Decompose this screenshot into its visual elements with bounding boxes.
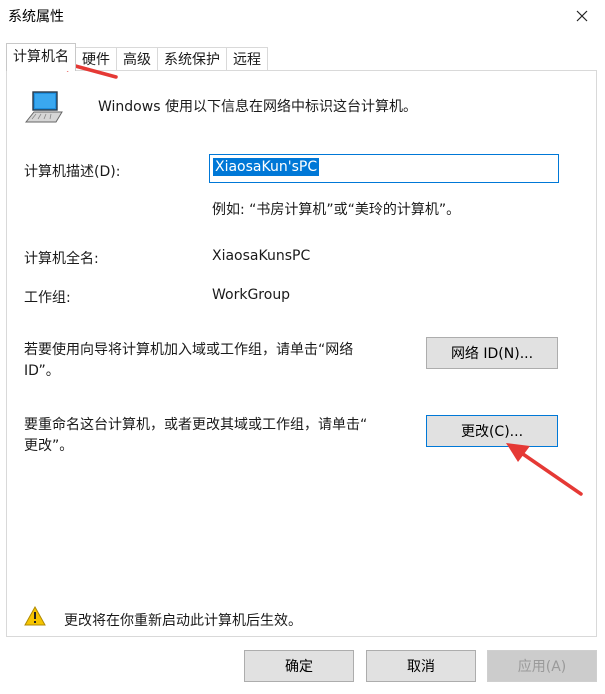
change-button[interactable]: 更改(C)... (426, 415, 558, 447)
apply-button[interactable]: 应用(A) (487, 650, 597, 682)
change-text: 要重命名这台计算机，或者更改其域或工作组，请单击“ 更改”。 (24, 415, 367, 457)
intro-text: Windows 使用以下信息在网络中标识这台计算机。 (98, 99, 417, 115)
description-input[interactable]: XiaosaKun'sPC (209, 154, 559, 183)
title-bar: 系统属性 (0, 0, 605, 31)
full-name-label: 计算机全名: (24, 251, 99, 267)
tab-computer-name[interactable]: 计算机名 (6, 43, 76, 71)
description-label: 计算机描述(D): (24, 164, 121, 180)
network-id-text-line2: ID”。 (24, 363, 60, 379)
tab-advanced[interactable]: 高级 (116, 47, 158, 71)
warning-text: 更改将在你重新启动此计算机后生效。 (64, 613, 302, 629)
computer-icon (24, 91, 63, 123)
window-title: 系统属性 (8, 9, 64, 25)
description-example: 例如: “书房计算机”或“美玲的计算机”。 (212, 202, 461, 218)
cancel-button[interactable]: 取消 (366, 650, 476, 682)
tab-system-protection[interactable]: 系统保护 (157, 47, 227, 71)
change-text-line1: 要重命名这台计算机，或者更改其域或工作组，请单击“ (24, 417, 368, 433)
description-value: XiaosaKun'sPC (213, 158, 320, 176)
system-properties-window: 系统属性 计算机名 硬件 高级 系统保护 远程 Windows 使用以下信息在网… (0, 0, 605, 694)
ok-button[interactable]: 确定 (244, 650, 354, 682)
tab-hardware[interactable]: 硬件 (75, 47, 117, 71)
close-button[interactable] (559, 0, 605, 31)
close-icon (576, 10, 588, 21)
full-name-value: XiaosaKunsPC (212, 248, 311, 264)
tab-remote[interactable]: 远程 (226, 47, 268, 71)
network-id-text-line1: 若要使用向导将计算机加入域或工作组，请单击“网络 (24, 342, 354, 358)
network-id-button[interactable]: 网络 ID(N)... (426, 337, 558, 369)
change-text-line2: 更改”。 (24, 438, 74, 454)
workgroup-label: 工作组: (24, 290, 71, 306)
workgroup-value: WorkGroup (212, 287, 291, 303)
network-id-text: 若要使用向导将计算机加入域或工作组，请单击“网络 ID”。 (24, 340, 353, 382)
warning-icon (24, 606, 46, 626)
tab-strip: 计算机名 硬件 高级 系统保护 远程 (6, 43, 268, 71)
